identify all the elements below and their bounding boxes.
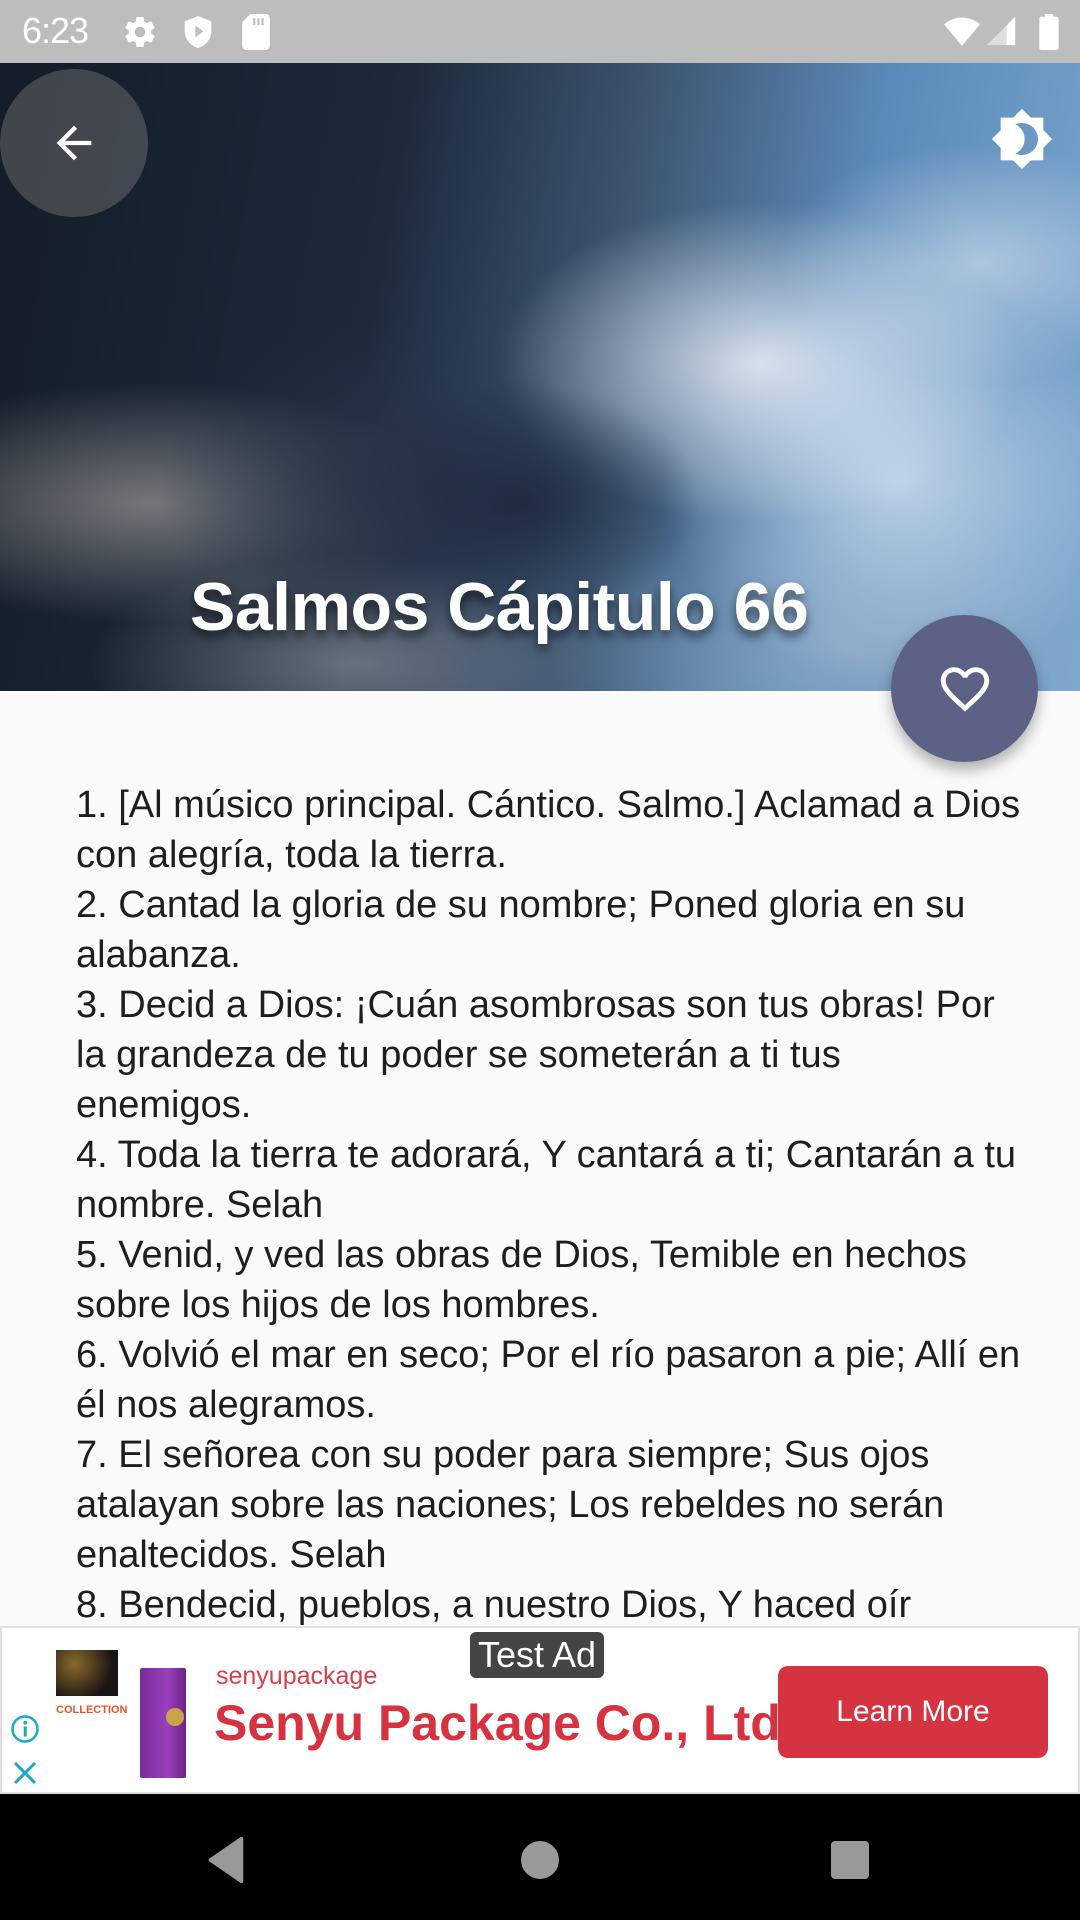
verse-item: 5. Venid, y ved las obras de Dios, Temib… — [76, 1234, 967, 1326]
nav-home-icon — [521, 1841, 559, 1879]
info-icon[interactable] — [10, 1714, 40, 1749]
back-button[interactable] — [0, 69, 148, 217]
status-bar: 6:23 — [0, 0, 1080, 63]
verse-item: 2. Cantad la gloria de su nombre; Poned … — [76, 884, 966, 976]
nav-back-button[interactable] — [196, 1830, 256, 1890]
ad-product-image — [140, 1668, 186, 1778]
arrow-left-icon — [56, 125, 92, 161]
verse-item: 4. Toda la tierra te adorará, Y cantará … — [76, 1134, 1017, 1226]
page-title: Salmos Cápitulo 66 — [190, 569, 809, 645]
verse-item: 6. Volvió el mar en seco; Por el río pas… — [76, 1334, 1021, 1426]
theme-toggle-button[interactable] — [986, 103, 1058, 175]
status-time: 6:23 — [22, 10, 89, 51]
ad-advertiser: senyupackage — [216, 1662, 378, 1690]
test-ad-badge: Test Ad — [470, 1632, 605, 1678]
battery-icon — [1038, 14, 1060, 55]
nav-back-icon — [208, 1837, 244, 1883]
nav-recents-button[interactable] — [820, 1830, 880, 1890]
nav-home-button[interactable] — [510, 1830, 570, 1890]
gear-icon — [122, 14, 158, 55]
navigation-bar — [0, 1794, 1080, 1920]
sd-card-icon — [242, 14, 270, 55]
ad-banner[interactable]: COLLECTION Test Ad senyupackage Senyu Pa… — [0, 1626, 1080, 1794]
favorite-button[interactable] — [891, 615, 1038, 762]
verse-item: 8. Bendecid, pueblos, a nuestro Dios, Y … — [76, 1584, 912, 1626]
verse-list: 1. [Al músico principal. Cántico. Salmo.… — [76, 780, 1026, 1630]
cell-signal-icon — [984, 14, 1018, 53]
ad-thumbnail-image — [56, 1650, 118, 1696]
header-image: Salmos Cápitulo 66 — [0, 63, 1080, 691]
heart-outline-icon — [940, 666, 989, 712]
ad-thumbnail-caption: COLLECTION — [56, 1704, 128, 1716]
learn-more-button[interactable]: Learn More — [778, 1666, 1048, 1758]
verse-item: 1. [Al músico principal. Cántico. Salmo.… — [76, 784, 1021, 876]
verse-item: 3. Decid a Dios: ¡Cuán asombrosas son tu… — [76, 984, 995, 1126]
brightness-toggle-icon — [991, 108, 1053, 170]
nav-recents-icon — [831, 1841, 869, 1879]
verse-item: 7. El señorea con su poder para siempre;… — [76, 1434, 945, 1576]
shield-play-icon — [182, 14, 214, 55]
screen: 6:23 Salmos Cápitulo 66 1. [Al músico pr… — [0, 0, 1080, 1920]
close-icon[interactable] — [10, 1758, 40, 1792]
ad-headline[interactable]: Senyu Package Co., Ltd — [214, 1694, 781, 1752]
wifi-icon — [944, 14, 980, 53]
